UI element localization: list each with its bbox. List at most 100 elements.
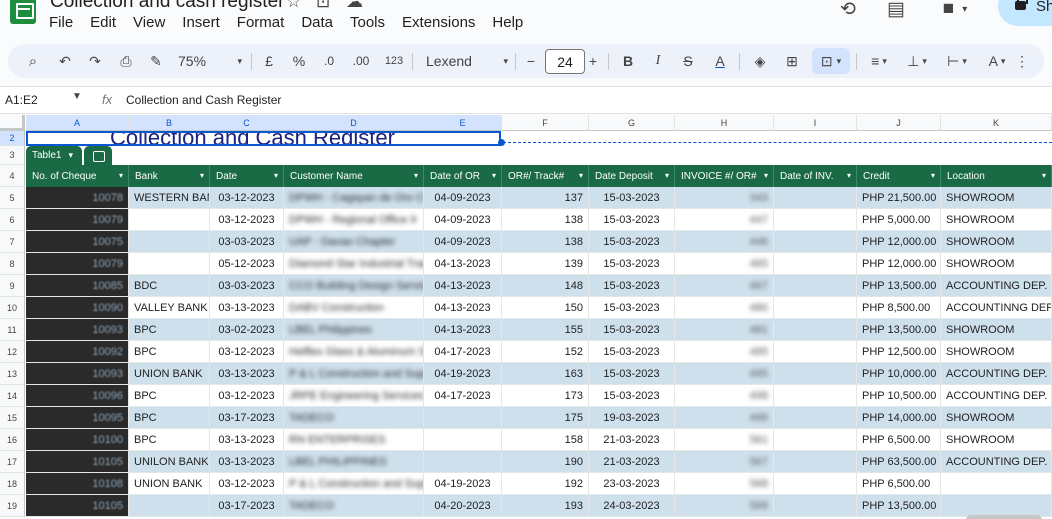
table-cell-deposit[interactable]: 15-03-2023 <box>589 209 675 231</box>
row-header[interactable]: 13 <box>0 363 25 385</box>
document-title[interactable]: Collection and cash register <box>50 0 284 13</box>
table-cell-credit[interactable]: PHP 8,500.00 <box>857 297 941 319</box>
sheets-logo-icon[interactable] <box>10 0 36 24</box>
table-cell-location[interactable]: ACCOUNTING DEP. <box>941 363 1052 385</box>
table-cell-or[interactable]: 138 <box>502 209 589 231</box>
table-header-cheque[interactable]: No. of Cheque ▾ <box>26 165 129 187</box>
table-cell-credit[interactable]: PHP 12,500.00 <box>857 341 941 363</box>
table-cell-date[interactable]: 03-02-2023 <box>210 319 284 341</box>
table-cell-date-or[interactable] <box>424 451 502 473</box>
table-cell-customer[interactable]: Diamond Star Industrial Trading <box>284 253 424 275</box>
column-header[interactable]: J <box>857 115 941 131</box>
table-cell-customer[interactable]: CCO Building Design Services <box>284 275 424 297</box>
table-cell-date-inv[interactable] <box>774 297 857 319</box>
table-cell-cheque[interactable]: 10105 <box>26 495 129 517</box>
table-cell-bank[interactable]: BPC <box>129 319 210 341</box>
table-cell-location[interactable] <box>941 495 1052 517</box>
table-cell-date[interactable]: 03-13-2023 <box>210 297 284 319</box>
table-cell-date-inv[interactable] <box>774 319 857 341</box>
table-cell-date-inv[interactable] <box>774 253 857 275</box>
table-header-customer[interactable]: Customer Name ▾ <box>284 165 424 187</box>
table-name-tab[interactable]: Table1 ▾ <box>26 146 82 165</box>
table-cell-or[interactable]: 148 <box>502 275 589 297</box>
column-menu-icon[interactable]: ▾ <box>492 171 496 180</box>
table-cell-date-inv[interactable] <box>774 429 857 451</box>
row-header[interactable]: 18 <box>0 473 25 495</box>
table-cell-cheque[interactable]: 10093 <box>26 363 129 385</box>
table-cell-or[interactable]: 150 <box>502 297 589 319</box>
row-header[interactable]: 8 <box>0 253 25 275</box>
table-cell-invoice[interactable]: 467 <box>675 275 774 297</box>
table-cell-credit[interactable]: PHP 21,500.00 <box>857 187 941 209</box>
table-cell-date-or[interactable]: 04-13-2023 <box>424 275 502 297</box>
meet-icon[interactable]: ■ ▾ <box>938 0 972 21</box>
column-header[interactable]: D <box>284 115 424 131</box>
table-cell-invoice[interactable]: 481 <box>675 319 774 341</box>
percent-format-button[interactable]: % <box>290 44 308 78</box>
table-cell-bank[interactable]: BPC <box>129 341 210 363</box>
row-header[interactable]: 17 <box>0 451 25 473</box>
table-cell-or[interactable]: 139 <box>502 253 589 275</box>
menu-tools[interactable]: Tools <box>350 14 385 31</box>
name-box[interactable]: A1:E2 <box>5 93 38 107</box>
font-size-input[interactable]: 24 <box>545 49 585 74</box>
table-view-icon[interactable] <box>84 146 112 165</box>
column-header[interactable]: A <box>26 115 129 131</box>
table-cell-deposit[interactable]: 15-03-2023 <box>589 385 675 407</box>
table-cell-customer[interactable]: LBEL PHILIPPINES <box>284 451 424 473</box>
column-header[interactable]: I <box>774 115 857 131</box>
table-cell-or[interactable]: 193 <box>502 495 589 517</box>
table-cell-bank[interactable]: BPC <box>129 429 210 451</box>
row-header[interactable]: 7 <box>0 231 25 253</box>
table-cell-or[interactable]: 175 <box>502 407 589 429</box>
bold-icon[interactable]: B <box>618 44 638 78</box>
redo-icon[interactable]: ↷ <box>84 44 106 78</box>
table-cell-cheque[interactable]: 10093 <box>26 319 129 341</box>
menu-extensions[interactable]: Extensions <box>402 14 475 31</box>
borders-icon[interactable]: ⊞ <box>781 44 803 78</box>
column-header[interactable]: K <box>941 115 1052 131</box>
column-menu-icon[interactable]: ▾ <box>1042 171 1046 180</box>
column-menu-icon[interactable]: ▾ <box>847 171 851 180</box>
share-button[interactable]: Share <box>998 0 1052 26</box>
row-header[interactable]: 15 <box>0 407 25 429</box>
table-cell-cheque[interactable]: 10100 <box>26 429 129 451</box>
increase-decimal-button[interactable]: .00 <box>348 44 374 78</box>
table-cell-location[interactable]: ACCOUNTINNG DEP. <box>941 297 1052 319</box>
table-cell-invoice[interactable]: 465 <box>675 253 774 275</box>
table-cell-deposit[interactable]: 15-03-2023 <box>589 341 675 363</box>
table-cell-date[interactable]: 03-03-2023 <box>210 275 284 297</box>
row-header[interactable]: 4 <box>0 165 25 187</box>
table-cell-location[interactable]: SHOWROOM <box>941 253 1052 275</box>
font-select[interactable]: Lexend ▾ <box>426 44 508 78</box>
menu-format[interactable]: Format <box>237 14 285 31</box>
table-cell-customer[interactable]: LBEL Philippines <box>284 319 424 341</box>
table-cell-or[interactable]: 155 <box>502 319 589 341</box>
table-cell-cheque[interactable]: 10079 <box>26 253 129 275</box>
table-header-deposit[interactable]: Date Deposit ▾ <box>589 165 675 187</box>
table-cell-location[interactable]: SHOWROOM <box>941 341 1052 363</box>
strikethrough-icon[interactable]: S <box>678 44 698 78</box>
table-cell-deposit[interactable]: 21-03-2023 <box>589 429 675 451</box>
table-cell-date-or[interactable]: 04-09-2023 <box>424 231 502 253</box>
table-cell-invoice[interactable]: 495 <box>675 363 774 385</box>
column-menu-icon[interactable]: ▾ <box>579 171 583 180</box>
table-cell-date-inv[interactable] <box>774 341 857 363</box>
table-cell-bank[interactable]: UNION BANK <box>129 363 210 385</box>
table-cell-or[interactable]: 158 <box>502 429 589 451</box>
table-cell-bank[interactable]: BPC <box>129 385 210 407</box>
table-cell-date-inv[interactable] <box>774 451 857 473</box>
table-cell-date[interactable]: 03-12-2023 <box>210 209 284 231</box>
table-cell-invoice[interactable]: 499 <box>675 407 774 429</box>
table-cell-date-or[interactable]: 04-09-2023 <box>424 209 502 231</box>
table-cell-cheque[interactable]: 10075 <box>26 231 129 253</box>
table-cell-date-or[interactable]: 04-09-2023 <box>424 187 502 209</box>
paint-format-icon[interactable]: ✎ <box>145 44 167 78</box>
table-cell-date-or[interactable]: 04-20-2023 <box>424 495 502 517</box>
table-cell-customer[interactable]: TADECO <box>284 407 424 429</box>
table-cell-credit[interactable]: PHP 5,000.00 <box>857 209 941 231</box>
menu-help[interactable]: Help <box>492 14 523 31</box>
fill-handle[interactable] <box>498 139 505 146</box>
row-header[interactable]: 16 <box>0 429 25 451</box>
decrease-decimal-button[interactable]: .0 <box>318 44 340 78</box>
